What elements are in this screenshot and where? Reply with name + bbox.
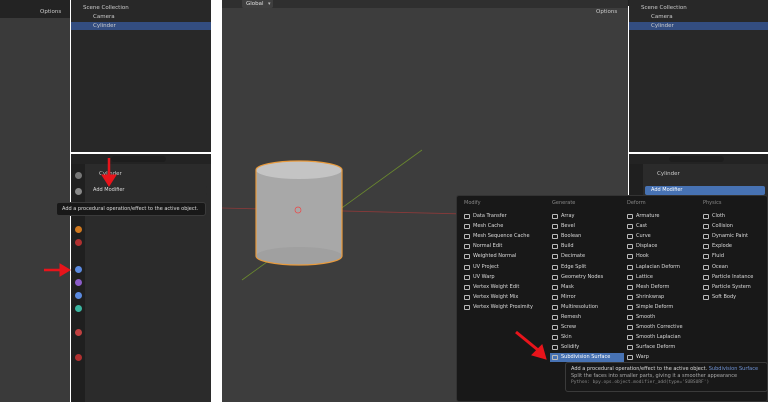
red-arrow-to-subdivision: [515, 330, 547, 360]
options-dropdown[interactable]: Options: [596, 9, 617, 15]
add-modifier-button[interactable]: Add Modifier: [645, 186, 765, 195]
outliner-camera[interactable]: Camera: [629, 13, 768, 21]
right-annotations: [515, 330, 547, 360]
outliner-cylinder[interactable]: Cylinder: [629, 22, 768, 30]
red-arrow-down: [101, 158, 117, 187]
red-arrow-right: [44, 263, 71, 277]
outliner-scene-collection[interactable]: Scene Collection: [629, 4, 768, 12]
object-name: Cylinder: [657, 171, 680, 177]
properties-search[interactable]: [669, 156, 724, 162]
window-divider: [212, 0, 222, 402]
left-annotations: [44, 158, 117, 277]
right-outliner: Scene Collection Camera Cylinder: [629, 0, 768, 152]
orientation-dropdown[interactable]: Global: [242, 0, 273, 8]
properties-header: [629, 154, 768, 164]
right-viewport-header: Global: [222, 0, 628, 8]
